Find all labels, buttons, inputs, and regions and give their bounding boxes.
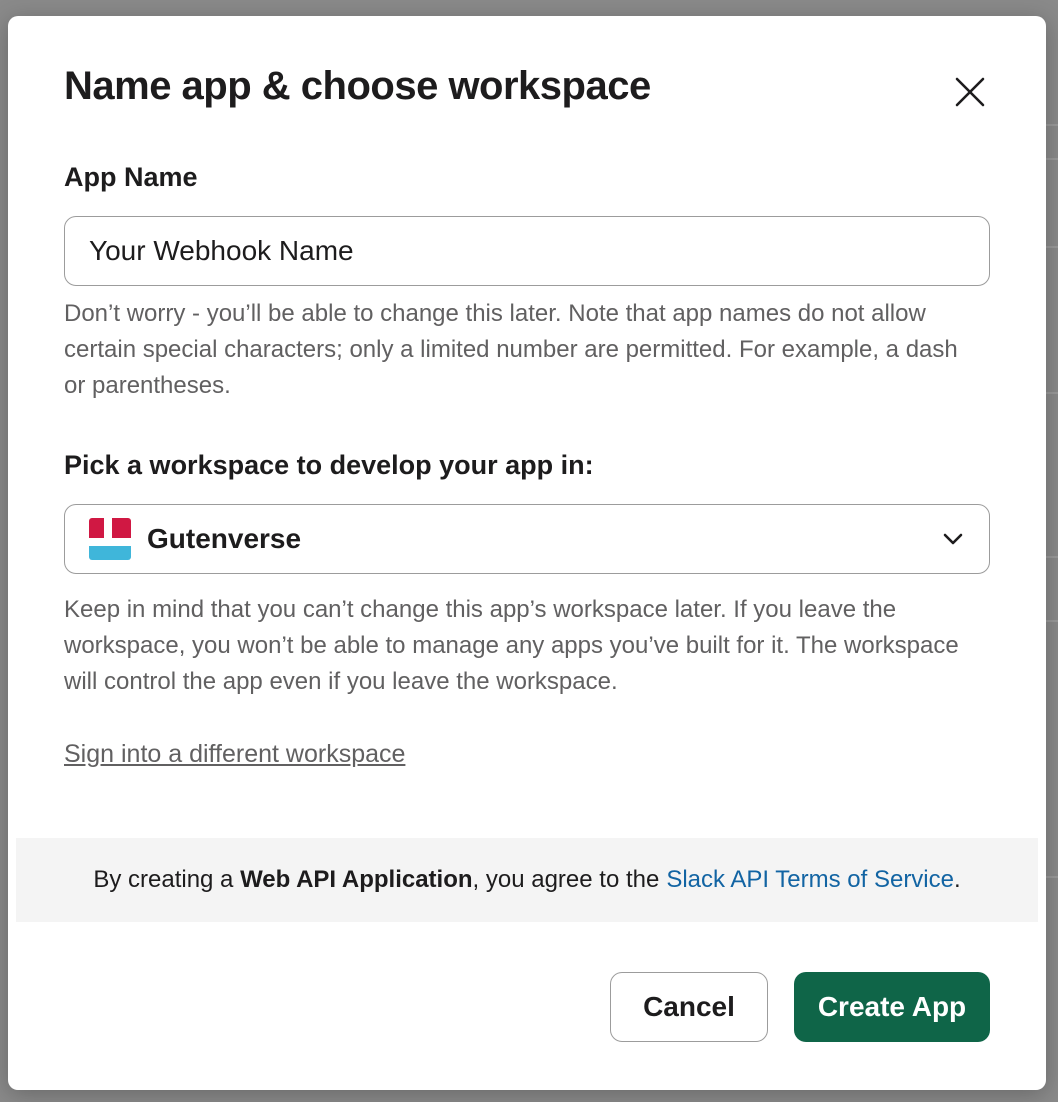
workspace-logo-top-left	[89, 518, 104, 538]
workspace-select[interactable]: Gutenverse	[64, 504, 990, 574]
chevron-down-icon	[941, 527, 965, 551]
close-icon	[955, 77, 985, 107]
app-name-help-text: Don’t worry - you’ll be able to change t…	[64, 300, 958, 399]
workspace-help-text: Keep in mind that you can’t change this …	[64, 596, 959, 695]
workspace-selected-value: Gutenverse	[147, 523, 302, 554]
close-button[interactable]	[948, 70, 992, 114]
workspace-logo-icon	[89, 518, 131, 560]
workspace-logo-bottom	[89, 546, 131, 560]
terms-app-type: Web API Application	[240, 866, 473, 893]
terms-middle: , you agree to the	[472, 866, 660, 893]
workspace-logo-top-right	[112, 518, 131, 538]
sign-in-different-workspace-link[interactable]: Sign into a different workspace	[64, 740, 405, 769]
app-name-label: App Name	[64, 162, 198, 192]
terms-prefix: By creating a	[93, 866, 241, 893]
terms-suffix: .	[954, 866, 961, 893]
create-app-button[interactable]: Create App	[794, 972, 990, 1042]
modal-title: Name app & choose workspace	[64, 64, 651, 108]
create-app-modal: Name app & choose workspace App Name Don…	[8, 16, 1046, 1090]
cancel-button[interactable]: Cancel	[610, 972, 768, 1042]
terms-notice: By creating a Web API Application , you …	[16, 838, 1038, 922]
terms-of-service-link[interactable]: Slack API Terms of Service	[666, 866, 954, 894]
app-name-input[interactable]	[64, 216, 990, 286]
workspace-label: Pick a workspace to develop your app in:	[64, 450, 594, 480]
